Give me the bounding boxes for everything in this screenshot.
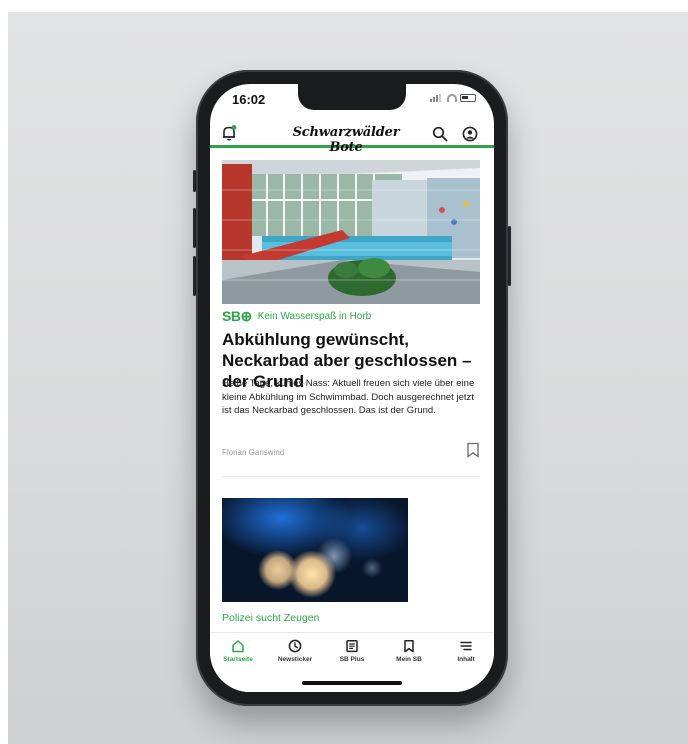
wifi-icon [447, 94, 457, 102]
bookmark-icon[interactable] [466, 442, 480, 458]
tab-inhalt[interactable]: Inhalt [438, 639, 494, 663]
swimming-hall-illustration [222, 160, 480, 304]
tab-label: Startseite [223, 656, 253, 663]
sb-plus-badge: SB⊕ [222, 308, 252, 324]
newspaper-icon [346, 640, 358, 653]
app-logo[interactable]: Schwarzwälder Bote [280, 125, 412, 155]
article-divider [222, 476, 480, 477]
search-icon[interactable] [432, 126, 448, 142]
blurred-lights-illustration [222, 498, 408, 602]
phone-frame: 16:02 Schwarzwälder Bote SB⊕ Kein Wasser… [193, 70, 511, 706]
bottom-tab-bar: Startseite Newsticker SB Plus Mein SB In… [210, 632, 494, 692]
article-kicker: SB⊕ Kein Wasserspaß in Horb [222, 308, 371, 325]
account-icon[interactable] [462, 126, 478, 142]
tab-mein-sb[interactable]: Mein SB [381, 639, 437, 663]
tab-startseite[interactable]: Startseite [210, 639, 266, 663]
app-screen: 16:02 Schwarzwälder Bote SB⊕ Kein Wasser… [210, 84, 494, 692]
kicker-text: Kein Wasserspaß in Horb [257, 311, 372, 322]
menu-icon [460, 641, 472, 651]
tab-label: Newsticker [277, 656, 313, 663]
article-author: Florian Ganswind [222, 448, 285, 457]
article-thumbnail[interactable] [222, 498, 408, 602]
tab-label: Mein SB [396, 656, 422, 663]
signal-icon [430, 94, 444, 102]
tab-newsticker[interactable]: Newsticker [267, 639, 323, 663]
clock-icon [288, 639, 302, 653]
battery-icon [460, 94, 476, 102]
home-indicator [302, 681, 402, 685]
status-icons [430, 94, 476, 102]
tab-label: SB Plus [339, 656, 365, 663]
status-time: 16:02 [232, 92, 266, 107]
home-icon [232, 640, 244, 653]
volume-down-button [193, 256, 196, 296]
volume-up-button [193, 208, 196, 248]
tab-sb-plus[interactable]: SB Plus [324, 639, 380, 663]
mute-switch [193, 170, 196, 192]
bookmark-icon [404, 640, 414, 653]
power-button [508, 226, 511, 286]
app-header: Schwarzwälder Bote [210, 122, 494, 155]
tab-label: Inhalt [457, 656, 475, 663]
article2-kicker: Polizei sucht Zeugen [222, 612, 320, 624]
notification-bell-icon[interactable] [220, 124, 238, 142]
notch [298, 84, 406, 110]
article-hero-image[interactable] [222, 160, 480, 304]
article-teaser[interactable]: Heiße Tage, kühles Nass: Aktuell freuen … [222, 377, 484, 418]
